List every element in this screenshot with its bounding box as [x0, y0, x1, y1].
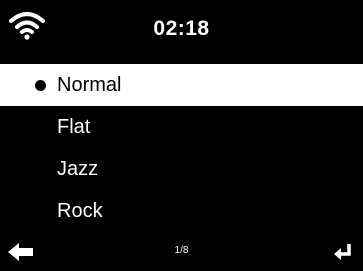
menu-item-label: Flat [57, 116, 91, 138]
menu-item-normal[interactable]: Normal [0, 64, 363, 106]
menu-item-label: Jazz [57, 158, 99, 180]
enter-icon[interactable] [333, 242, 353, 262]
menu-item-label: Rock [57, 200, 103, 222]
status-bar: 02:18 [0, 0, 363, 62]
menu-item-rock[interactable]: Rock [0, 190, 363, 232]
menu-item-label: Normal [57, 74, 122, 96]
clock-time: 02:18 [153, 17, 210, 40]
footer-bar: 1/8 [0, 236, 363, 271]
selected-bullet-icon [35, 80, 46, 91]
equalizer-menu: Normal Flat Jazz Rock [0, 64, 363, 232]
menu-item-flat[interactable]: Flat [0, 106, 363, 148]
page-indicator: 1/8 [174, 245, 189, 256]
radio-display: 02:18 Normal Flat Jazz Rock 1/8 [0, 0, 363, 271]
menu-item-jazz[interactable]: Jazz [0, 148, 363, 190]
